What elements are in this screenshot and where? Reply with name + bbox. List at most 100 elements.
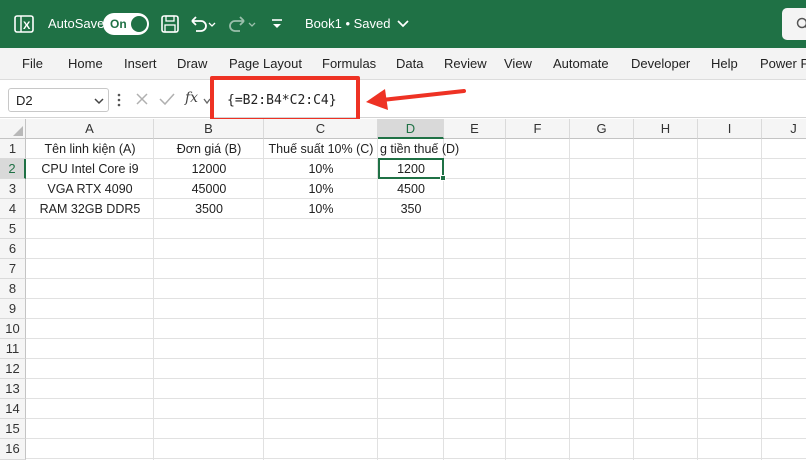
fill-handle[interactable] bbox=[440, 175, 446, 181]
cell-c1[interactable]: Thuế suất 10% (C) bbox=[264, 142, 378, 156]
tab-home[interactable]: Home bbox=[68, 56, 103, 71]
cell-a4[interactable]: RAM 32GB DDR5 bbox=[26, 202, 154, 216]
cell-c2[interactable]: 10% bbox=[264, 162, 378, 176]
cell-c3[interactable]: 10% bbox=[264, 182, 378, 196]
gridline bbox=[26, 318, 806, 319]
gridline bbox=[697, 139, 698, 460]
select-all-corner[interactable] bbox=[0, 119, 26, 139]
row-header[interactable]: 2 bbox=[0, 159, 26, 179]
excel-logo-icon[interactable]: X bbox=[14, 14, 34, 34]
column-header-i[interactable]: I bbox=[698, 119, 762, 139]
cell-b4[interactable]: 3500 bbox=[154, 202, 264, 216]
name-box[interactable]: D2 bbox=[8, 88, 109, 112]
column-header-e[interactable]: E bbox=[444, 119, 506, 139]
more-options-icon[interactable] bbox=[117, 93, 121, 112]
cell-a1[interactable]: Tên linh kiện (A) bbox=[26, 142, 154, 156]
save-icon[interactable] bbox=[160, 14, 180, 34]
column-header-h[interactable]: H bbox=[634, 119, 698, 139]
gridline bbox=[26, 198, 806, 199]
undo-icon[interactable] bbox=[188, 13, 218, 35]
row-header[interactable]: 5 bbox=[0, 219, 26, 239]
tab-developer[interactable]: Developer bbox=[631, 56, 690, 71]
row-header[interactable]: 6 bbox=[0, 239, 26, 259]
search-icon bbox=[796, 17, 806, 29]
tab-formulas[interactable]: Formulas bbox=[322, 56, 376, 71]
gridline bbox=[26, 298, 806, 299]
gridline bbox=[26, 218, 806, 219]
tab-help[interactable]: Help bbox=[711, 56, 738, 71]
column-header-b[interactable]: B bbox=[154, 119, 264, 139]
gridline bbox=[761, 139, 762, 460]
svg-text:X: X bbox=[23, 20, 31, 32]
tab-file[interactable]: File bbox=[22, 56, 43, 71]
tab-view[interactable]: View bbox=[504, 56, 532, 71]
column-header-j[interactable]: J bbox=[762, 119, 806, 139]
gridline bbox=[633, 139, 634, 460]
chevron-down-icon bbox=[396, 19, 409, 27]
toggle-state-label: On bbox=[110, 17, 127, 31]
document-title[interactable]: Book1 • Saved bbox=[305, 16, 410, 31]
column-header-a[interactable]: A bbox=[26, 119, 154, 139]
column-header-d[interactable]: D bbox=[378, 119, 444, 139]
name-box-value: D2 bbox=[16, 93, 33, 108]
row-header[interactable]: 14 bbox=[0, 399, 26, 419]
gridline bbox=[26, 358, 806, 359]
annotation-arrow bbox=[360, 82, 470, 119]
cell-a2[interactable]: CPU Intel Core i9 bbox=[26, 162, 154, 176]
row-header[interactable]: 9 bbox=[0, 299, 26, 319]
row-header[interactable]: 3 bbox=[0, 179, 26, 199]
cell-b3[interactable]: 45000 bbox=[154, 182, 264, 196]
row-header[interactable]: 4 bbox=[0, 199, 26, 219]
cell-d1[interactable]: g tiền thuế (D) bbox=[380, 142, 459, 156]
gridline bbox=[26, 458, 806, 459]
cell-c4[interactable]: 10% bbox=[264, 202, 378, 216]
tab-draw[interactable]: Draw bbox=[177, 56, 207, 71]
tab-page-layout[interactable]: Page Layout bbox=[229, 56, 302, 71]
cell-b1[interactable]: Đơn giá (B) bbox=[154, 142, 264, 156]
customize-quick-access-icon[interactable] bbox=[270, 16, 284, 30]
title-bar: X AutoSave On Book1 • Saved bbox=[0, 0, 806, 48]
column-header-c[interactable]: C bbox=[264, 119, 378, 139]
row-header[interactable]: 11 bbox=[0, 339, 26, 359]
tab-automate[interactable]: Automate bbox=[553, 56, 609, 71]
row-header[interactable]: 1 bbox=[0, 139, 26, 159]
row-header[interactable]: 16 bbox=[0, 439, 26, 460]
gridline bbox=[26, 258, 806, 259]
tab-data[interactable]: Data bbox=[396, 56, 423, 71]
cancel-icon[interactable] bbox=[134, 91, 150, 112]
insert-function-icon[interactable]: fx bbox=[185, 90, 198, 106]
tab-review[interactable]: Review bbox=[444, 56, 487, 71]
autosave-toggle[interactable]: On bbox=[103, 13, 149, 35]
formula-highlight-box bbox=[210, 76, 360, 122]
gridline bbox=[26, 278, 806, 279]
gridline bbox=[26, 238, 806, 239]
enter-check-icon[interactable] bbox=[158, 91, 176, 112]
cell-d4[interactable]: 350 bbox=[378, 202, 444, 216]
column-header-f[interactable]: F bbox=[506, 119, 570, 139]
gridline bbox=[26, 418, 806, 419]
row-header[interactable]: 10 bbox=[0, 319, 26, 339]
redo-icon[interactable] bbox=[228, 13, 258, 35]
row-header[interactable]: 12 bbox=[0, 359, 26, 379]
ribbon-tab-bar: File Home Insert Draw Page Layout Formul… bbox=[0, 48, 806, 80]
gridline bbox=[569, 139, 570, 460]
row-header[interactable]: 7 bbox=[0, 259, 26, 279]
autosave-label: AutoSave bbox=[48, 16, 105, 31]
active-cell-border bbox=[378, 158, 444, 179]
chevron-down-icon[interactable] bbox=[93, 96, 105, 106]
tab-power-pivot[interactable]: Power P bbox=[760, 56, 806, 71]
document-title-text: Book1 • Saved bbox=[305, 16, 391, 31]
gridline bbox=[26, 398, 806, 399]
cell-b2[interactable]: 12000 bbox=[154, 162, 264, 176]
cell-a3[interactable]: VGA RTX 4090 bbox=[26, 182, 154, 196]
gridline bbox=[26, 338, 806, 339]
cell-d3[interactable]: 4500 bbox=[378, 182, 444, 196]
gridline bbox=[505, 139, 506, 460]
row-header[interactable]: 15 bbox=[0, 419, 26, 439]
column-header-g[interactable]: G bbox=[570, 119, 634, 139]
row-header[interactable]: 8 bbox=[0, 279, 26, 299]
search-box[interactable] bbox=[782, 8, 806, 40]
gridline bbox=[26, 438, 806, 439]
tab-insert[interactable]: Insert bbox=[124, 56, 157, 71]
row-header[interactable]: 13 bbox=[0, 379, 26, 399]
